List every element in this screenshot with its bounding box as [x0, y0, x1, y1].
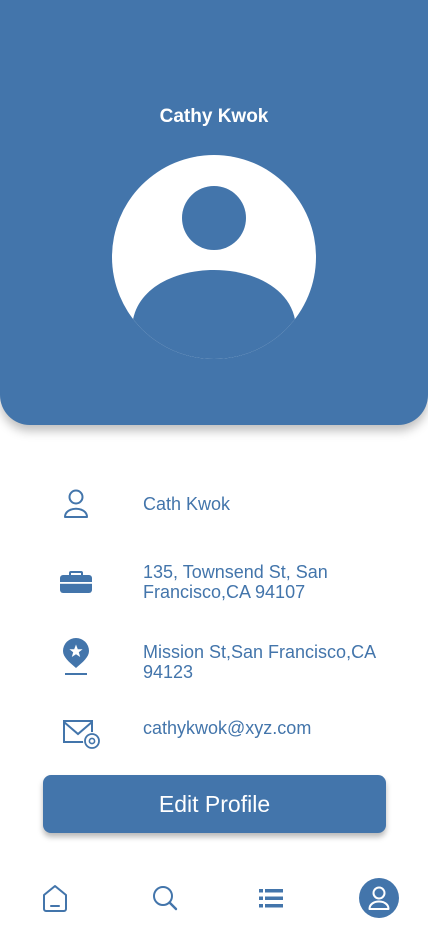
detail-work-address: 135, Townsend St, San Francisco,CA 94107	[143, 562, 328, 602]
profile-name: Cathy Kwok	[159, 106, 269, 127]
bottom-nav	[0, 870, 428, 926]
list-icon	[259, 889, 283, 908]
detail-name: Cath Kwok	[143, 494, 231, 514]
nav-profile[interactable]	[359, 878, 399, 918]
profile-icon	[359, 878, 399, 918]
profile-header: Cathy Kwok	[0, 0, 428, 425]
avatar	[112, 155, 316, 359]
detail-email: cathykwok@xyz.com	[143, 718, 312, 738]
nav-search[interactable]	[145, 878, 185, 918]
location-pin-icon	[63, 638, 89, 675]
detail-home-address: Mission St,San Francisco,CA 94123	[143, 642, 376, 682]
user-icon	[64, 489, 88, 518]
home-icon	[43, 885, 67, 912]
email-icon	[63, 720, 101, 750]
search-icon	[153, 886, 178, 911]
edit-profile-button[interactable]: Edit Profile	[43, 775, 386, 833]
briefcase-icon	[60, 571, 92, 593]
nav-home[interactable]	[35, 878, 75, 918]
nav-list[interactable]	[251, 878, 291, 918]
